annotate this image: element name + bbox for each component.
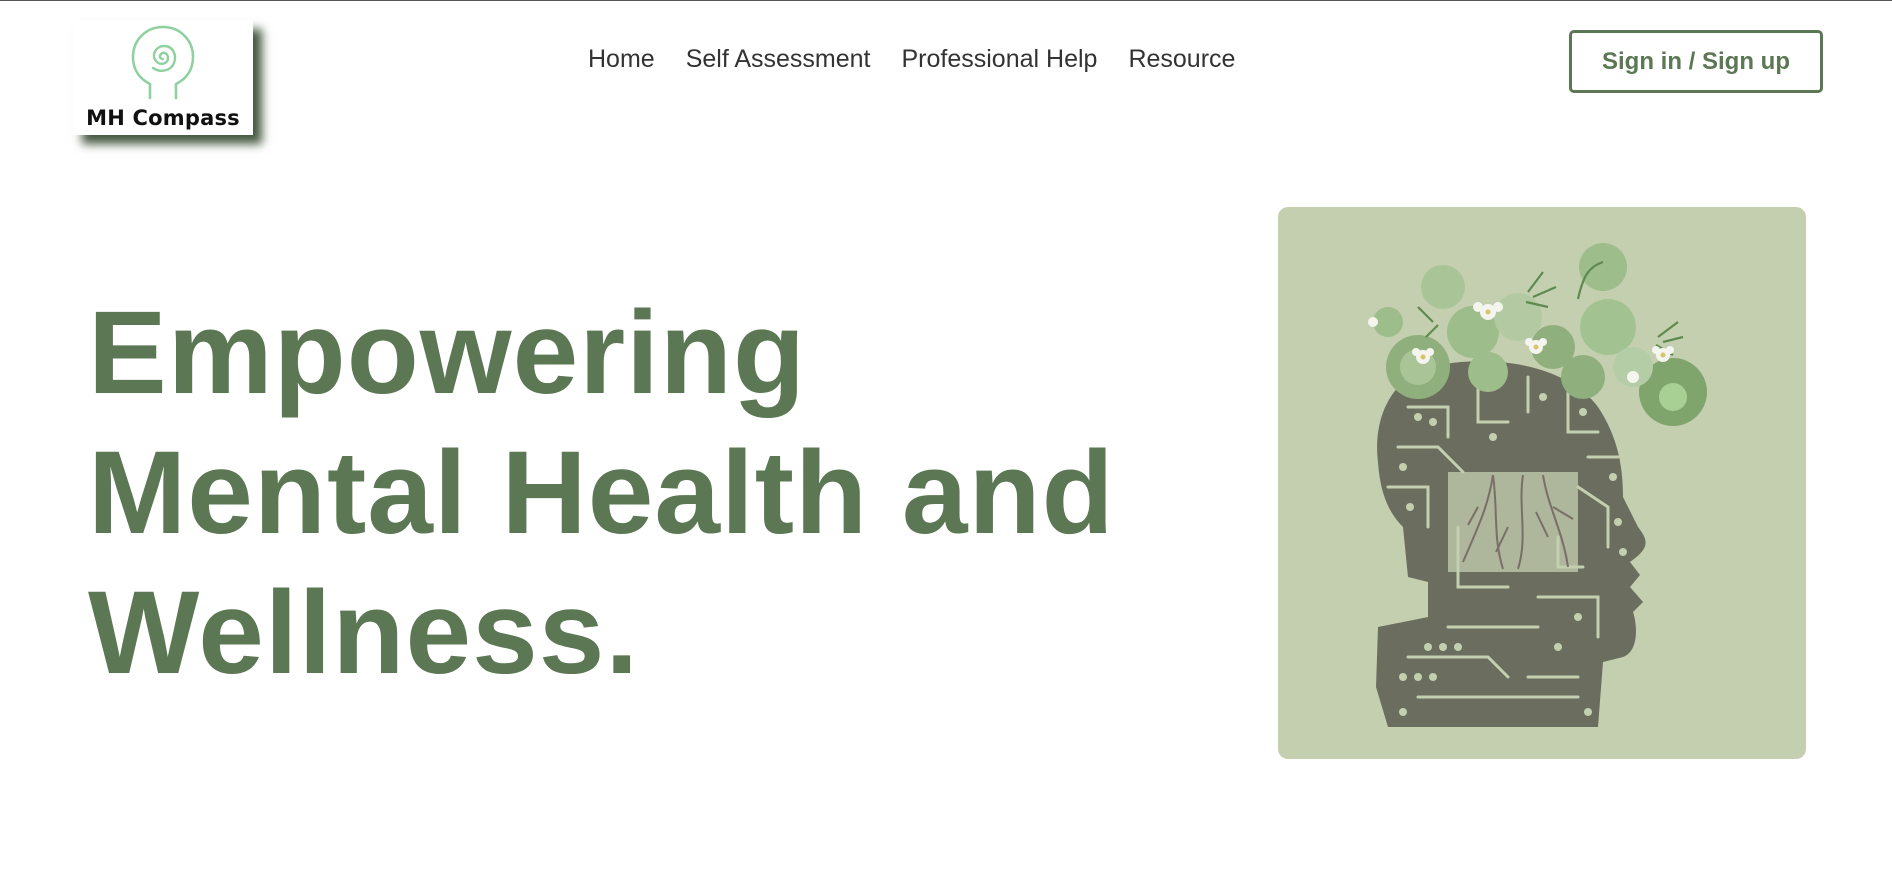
spiral-head-icon (131, 25, 195, 100)
hero-title-line-1: Empowering (88, 287, 807, 419)
hero-title: Empowering Mental Health and Wellness. (88, 283, 1188, 703)
nav-resource[interactable]: Resource (1128, 45, 1235, 74)
main-nav: Home Self Assessment Professional Help R… (588, 45, 1235, 74)
circuit-head-with-flowers-illustration (1368, 243, 1707, 727)
nav-home[interactable]: Home (588, 45, 655, 74)
page: MH Compass Home Self Assessment Professi… (0, 0, 1892, 888)
hero-illustration (1278, 207, 1806, 759)
nav-self-assessment[interactable]: Self Assessment (686, 45, 871, 74)
signin-button[interactable]: Sign in / Sign up (1569, 30, 1823, 93)
hero-title-line-2: Mental Health and (88, 427, 1115, 559)
logo[interactable]: MH Compass (73, 20, 253, 135)
nav-professional-help[interactable]: Professional Help (902, 45, 1098, 74)
hero-title-line-3: Wellness. (88, 567, 640, 699)
brand-name: MH Compass (86, 106, 240, 130)
